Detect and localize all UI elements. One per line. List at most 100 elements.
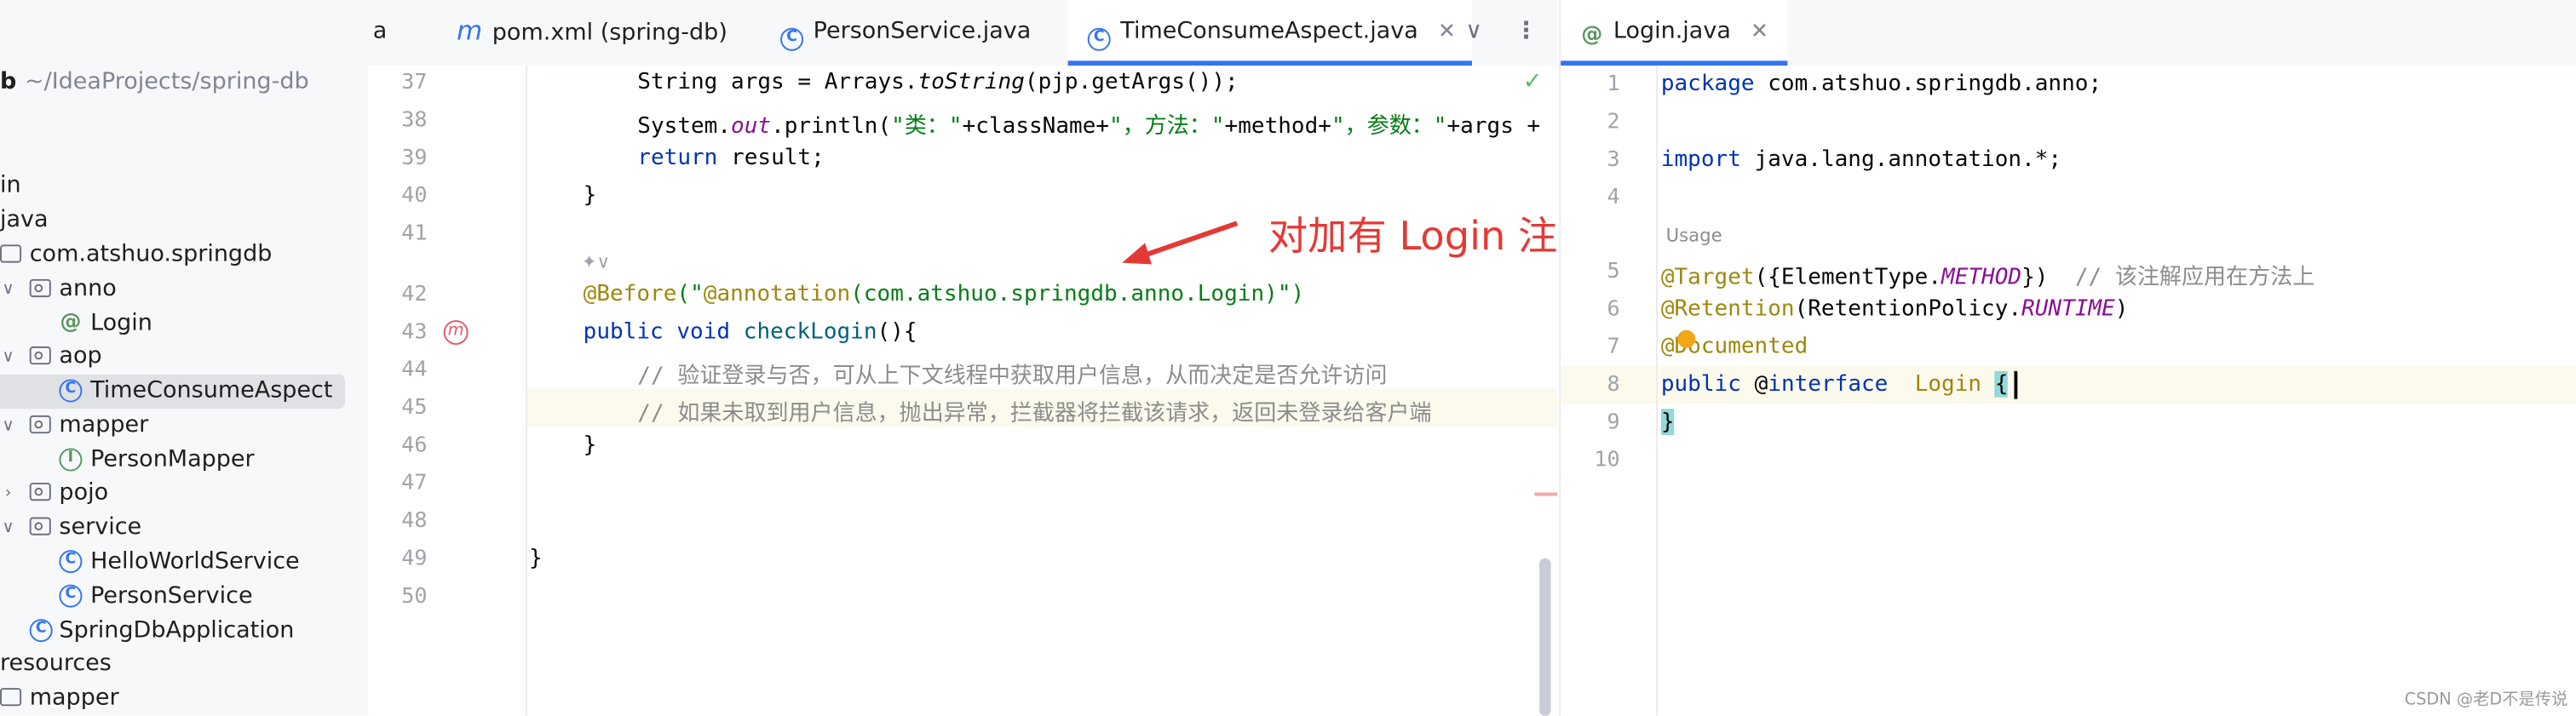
tree-label: aop xyxy=(59,343,102,369)
tree-label: PersonService xyxy=(90,582,253,610)
line-number: 40 xyxy=(401,184,428,209)
tab-timeconsumeaspect[interactable]: C TimeConsumeAspect.java ✕ xyxy=(1067,0,1473,66)
line-number: 48 xyxy=(401,508,428,534)
code-line-45: // 如果未取到用户信息，抛出异常，拦截器将拦截该请求，返回未登录给客户端 xyxy=(637,400,1432,427)
tab-login-java[interactable]: @ Login.java ✕ xyxy=(1561,0,1789,66)
tab-label: a xyxy=(372,18,388,45)
tab-label: pom.xml (spring-db) xyxy=(492,20,727,47)
line-number: 39 xyxy=(401,146,428,171)
line-number: 49 xyxy=(401,547,428,572)
tree-item-login[interactable]: @ Login xyxy=(0,307,365,342)
tree-item-mapper-resources[interactable]: mapper xyxy=(0,681,365,716)
line-number: 4 xyxy=(1607,185,1620,210)
tree-item-resources[interactable]: resources xyxy=(0,647,365,682)
code-line-38: System.out.println("类："+className+"，方法："… xyxy=(637,113,1541,140)
editor-tabs-right: @ Login.java ✕ xyxy=(1559,0,2576,68)
ai-hint-icon[interactable]: ✦∨ xyxy=(582,251,610,272)
close-icon[interactable]: ✕ xyxy=(1751,20,1768,44)
tree-item-personservice[interactable]: C PersonService xyxy=(0,580,365,615)
tree-label: in xyxy=(0,172,21,199)
code-line-49: } xyxy=(529,545,543,572)
tree-item-mapper[interactable]: ∨ mapper xyxy=(0,409,365,444)
chevron-down-icon[interactable]: ∨ xyxy=(0,511,16,546)
error-stripe-marker xyxy=(1534,492,1558,496)
tree-item-springdbapplication[interactable]: C SpringDbApplication xyxy=(0,614,365,649)
interface-icon: I xyxy=(59,448,83,472)
aspect-advice-icon[interactable]: m xyxy=(443,320,469,346)
line-number: 9 xyxy=(1607,410,1620,436)
tree-item-helloworldservice[interactable]: C HelloWorldService xyxy=(0,545,365,580)
cursor-dot-icon xyxy=(1677,329,1696,348)
annotation-icon: @ xyxy=(1581,23,1603,48)
tree-item-anno[interactable]: ∨ anno xyxy=(0,272,365,307)
tree-label: java xyxy=(0,207,49,233)
tab-personservice[interactable]: C PersonService.java xyxy=(780,0,1031,66)
tree-item-personmapper[interactable]: I PersonMapper xyxy=(0,444,365,478)
tree-item-timeconsumeaspect[interactable]: C TimeConsumeAspect xyxy=(0,374,346,410)
tree-item-pojo[interactable]: › pojo xyxy=(0,476,365,511)
chevron-down-icon[interactable]: ∨ xyxy=(0,340,16,375)
editor-left[interactable]: 37 38 39 40 41 42 43 44 45 46 47 48 49 5… xyxy=(368,66,1558,716)
annotation-tip: 对加有 Login 注解的方法进行拦截 xyxy=(1268,213,1558,260)
tabs-dropdown-button[interactable]: ∨ xyxy=(1465,0,1482,66)
code-line-6: @Retention(RetentionPolicy.RUNTIME) xyxy=(1660,295,2129,323)
code-line-44: // 验证登录与否，可从上下文线程中获取用户信息，从而决定是否允许访问 xyxy=(637,363,1388,390)
package-icon xyxy=(29,483,51,501)
project-tree: b ~/IdeaProjects/spring-db in java com.at… xyxy=(0,0,370,716)
line-number: 44 xyxy=(401,358,428,383)
tree-label: SpringDbApplication xyxy=(59,617,295,644)
class-icon: C xyxy=(59,379,83,403)
code-line-1: package com.atshuo.springdb.anno; xyxy=(1660,70,2102,97)
check-icon: ✓ xyxy=(1522,69,1543,95)
code-line-37: String args = Arrays.toString(pjp.getArg… xyxy=(637,69,1239,95)
scrollbar-left[interactable] xyxy=(1539,558,1551,716)
code-line-9: } xyxy=(1660,409,1675,436)
folder-icon xyxy=(0,688,22,707)
more-options-button[interactable]: ⋮ xyxy=(1515,0,1538,66)
line-number: 38 xyxy=(401,108,428,134)
tree-item-aop[interactable]: ∨ aop xyxy=(0,340,365,375)
line-number: 8 xyxy=(1607,372,1620,398)
chevron-right-icon[interactable]: › xyxy=(0,476,16,511)
line-number: 3 xyxy=(1607,147,1620,173)
watermark: CSDN @老D不是传说 xyxy=(2404,690,2568,710)
chevron-down-icon[interactable]: ∨ xyxy=(0,409,16,444)
package-icon xyxy=(29,415,51,434)
tab-label: Login.java xyxy=(1613,18,1731,45)
annotation-icon: @ xyxy=(60,310,82,335)
code-line-46: } xyxy=(583,432,597,459)
project-root[interactable]: b ~/IdeaProjects/spring-db xyxy=(0,69,309,95)
tab-label: TimeConsumeAspect.java xyxy=(1120,18,1418,45)
editor-tabs-left: a m pom.xml (spring-db) C PersonService.ja… xyxy=(368,0,1558,68)
editor-right[interactable]: 1 2 3 4 5 6 7 8 9 10 package com.atshuo.… xyxy=(1559,66,2576,716)
annotation-arrow xyxy=(1122,221,1239,265)
package-icon xyxy=(29,517,51,536)
package-icon xyxy=(0,244,22,263)
line-number: 41 xyxy=(401,221,428,247)
tree-label: pojo xyxy=(59,479,109,507)
tree-label: mapper xyxy=(29,684,119,712)
tree-item-service[interactable]: ∨ service xyxy=(0,511,365,546)
maven-icon: m xyxy=(457,14,483,47)
tree-item-main[interactable]: in xyxy=(0,169,365,204)
code-line-5: @Target({ElementType.METHOD}) // 该注解应用在方… xyxy=(1660,264,2315,291)
tab-truncated[interactable]: a xyxy=(373,0,388,66)
tree-label: Login xyxy=(90,310,152,337)
line-number: 7 xyxy=(1607,335,1620,360)
chevron-down-icon[interactable]: ∨ xyxy=(0,272,16,307)
more-vertical-icon: ⋮ xyxy=(1515,18,1538,45)
usage-hint[interactable]: Usage xyxy=(1666,225,1722,246)
line-number: 47 xyxy=(401,471,428,496)
tree-item-package[interactable]: com.atshuo.springdb xyxy=(0,238,365,273)
code-line-42: @Before("@annotation(com.atshuo.springdb… xyxy=(583,280,1305,307)
close-icon[interactable]: ✕ xyxy=(1438,20,1456,44)
chevron-down-icon: ∨ xyxy=(1465,18,1483,45)
line-number: 2 xyxy=(1607,110,1620,135)
tree-item-java[interactable]: java xyxy=(0,203,365,238)
line-number: 37 xyxy=(401,70,428,95)
class-icon: C xyxy=(780,27,804,51)
tree-label: resources xyxy=(0,650,112,677)
package-icon xyxy=(29,278,51,298)
tab-pom-xml[interactable]: m pom.xml (spring-db) xyxy=(457,0,727,66)
package-icon xyxy=(29,346,51,365)
